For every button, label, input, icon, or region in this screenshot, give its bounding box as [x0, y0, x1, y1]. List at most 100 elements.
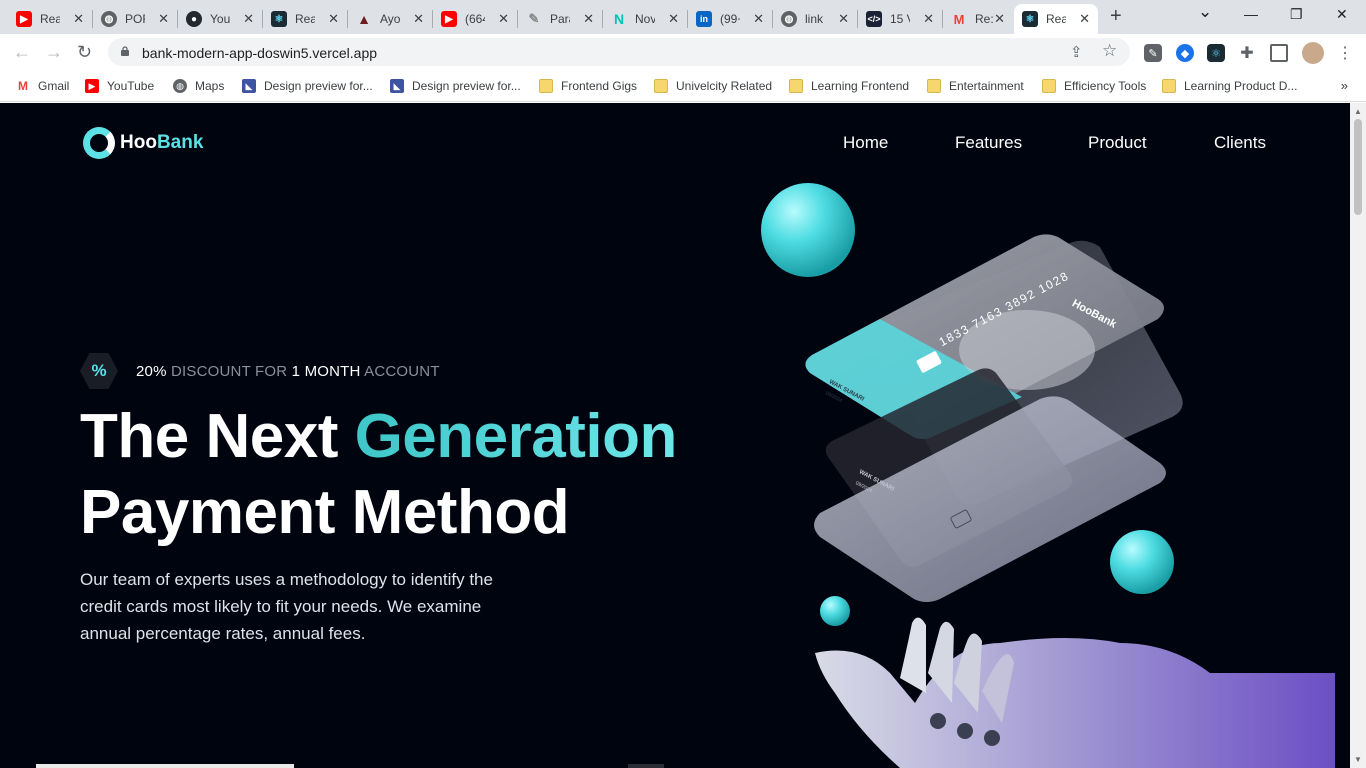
tab-ayo[interactable]: ▲ Ayo ✕: [348, 4, 432, 34]
tab-github[interactable]: ● You ✕: [178, 4, 262, 34]
tab-label: Rea: [295, 12, 315, 26]
bookmark-label: Design preview for...: [412, 79, 521, 93]
robot-finger-1: [900, 617, 926, 693]
globe-icon: ◍: [173, 79, 187, 93]
page-scrollbar[interactable]: ▲ ▼: [1350, 103, 1366, 768]
discount-duration: 1 MONTH: [291, 362, 361, 380]
back-button[interactable]: ←: [13, 42, 31, 63]
share-icon[interactable]: ⇪: [1070, 43, 1083, 61]
close-icon[interactable]: ✕: [838, 11, 849, 27]
close-icon[interactable]: ✕: [994, 11, 1005, 27]
menu-kebab-icon[interactable]: ⋮: [1336, 44, 1354, 62]
tab-linkedin[interactable]: in (99+ ✕: [688, 4, 772, 34]
eyedropper-extension-icon[interactable]: ✎: [1144, 44, 1162, 62]
headline-line1a: The Next: [80, 402, 338, 471]
logo-text-hoo: Hoo: [120, 132, 157, 153]
scroll-down-icon[interactable]: ▼: [1354, 755, 1362, 764]
tab-gmail[interactable]: M Re: ✕: [943, 4, 1013, 34]
blue-drop-extension-icon[interactable]: ◆: [1176, 44, 1194, 62]
bookmark-folder-efficiency-tools[interactable]: Efficiency Tools: [1042, 77, 1146, 95]
close-icon[interactable]: ✕: [413, 11, 424, 27]
react-devtools-icon[interactable]: ⚛: [1207, 44, 1225, 62]
minimize-button[interactable]: —: [1244, 6, 1258, 22]
discount-tail: ACCOUNT: [364, 362, 440, 380]
youtube-icon: ▶: [85, 79, 99, 93]
n-logo-icon: N: [613, 11, 625, 27]
url-text[interactable]: bank-modern-app-doswin5.vercel.app: [142, 45, 377, 61]
discount-percent-icon: %: [80, 353, 118, 389]
tab-react-1[interactable]: ⚛ Rea ✕: [263, 4, 347, 34]
close-icon[interactable]: ✕: [498, 11, 509, 27]
bookmark-folder-learning-frontend[interactable]: Learning Frontend: [789, 77, 909, 95]
github-icon: ●: [186, 11, 202, 27]
close-window-button[interactable]: ✕: [1336, 6, 1348, 23]
bookmark-folder-learning-product[interactable]: Learning Product D...: [1162, 77, 1297, 95]
star-icon[interactable]: ☆: [1102, 41, 1117, 61]
nav-link-product[interactable]: Product: [1088, 133, 1147, 153]
tab-globe-2[interactable]: ◍ link ✕: [773, 4, 857, 34]
tab-youtube-1[interactable]: ▶ Rea ✕: [8, 4, 92, 34]
tab-globe-1[interactable]: ◍ POF ✕: [93, 4, 177, 34]
nav-link-clients[interactable]: Clients: [1214, 133, 1266, 153]
close-icon[interactable]: ✕: [923, 11, 934, 27]
tab-feather[interactable]: ✎ Para ✕: [518, 4, 602, 34]
puzzle-extensions-icon[interactable]: ✚: [1238, 44, 1256, 62]
close-icon[interactable]: ✕: [668, 11, 679, 27]
close-icon[interactable]: ✕: [243, 11, 254, 27]
new-tab-button[interactable]: +: [1110, 5, 1122, 28]
scroll-up-icon[interactable]: ▲: [1354, 107, 1362, 116]
tab-strip: ▶ Rea ✕ ◍ POF ✕ ● You ✕ ⚛ Rea ✕ ▲ Ayo ✕ …: [0, 0, 1366, 34]
bookmark-folder-entertainment[interactable]: Entertainment: [927, 77, 1024, 95]
side-panel-icon[interactable]: [1270, 44, 1288, 62]
tab-code[interactable]: </> 15 V ✕: [858, 4, 942, 34]
hero-description: Our team of experts uses a methodology t…: [80, 570, 493, 643]
headline-generation: Generation: [354, 402, 678, 471]
tab-youtube-2[interactable]: ▶ (664 ✕: [433, 4, 517, 34]
close-icon[interactable]: ✕: [753, 11, 764, 27]
tab-react-active[interactable]: ⚛ Rea ✕: [1014, 4, 1098, 34]
bookmark-gmail[interactable]: M Gmail: [16, 77, 69, 95]
bookmark-maps[interactable]: ◍ Maps: [173, 77, 224, 95]
hoobank-logo-icon: [83, 127, 115, 159]
discount-percent: 20%: [136, 362, 167, 380]
bookmark-folder-frontend-gigs[interactable]: Frontend Gigs: [539, 77, 637, 95]
tab-label: link: [805, 12, 824, 26]
tab-label: 15 V: [890, 12, 910, 26]
tab-search-chevron-icon[interactable]: ⌄: [1198, 2, 1212, 22]
folder-icon: [789, 79, 803, 93]
tab-label: Nov: [635, 12, 655, 26]
bookmark-folder-univelcity[interactable]: Univelcity Related: [654, 77, 772, 95]
close-icon[interactable]: ✕: [1079, 11, 1090, 27]
close-icon[interactable]: ✕: [583, 11, 594, 27]
restore-button[interactable]: ❐: [1290, 6, 1303, 23]
folder-icon: [1042, 79, 1056, 93]
close-icon[interactable]: ✕: [73, 11, 84, 27]
bookmark-label: YouTube: [107, 79, 155, 93]
youtube-icon: ▶: [16, 11, 32, 27]
scrollbar-thumb[interactable]: [1354, 119, 1362, 215]
close-icon[interactable]: ✕: [158, 11, 169, 27]
close-icon[interactable]: ✕: [328, 11, 339, 27]
code-icon: </>: [866, 11, 882, 27]
bookmark-design-preview-2[interactable]: ◣ Design preview for...: [390, 77, 521, 95]
sphere-large: [761, 183, 855, 277]
bookmarks-overflow-button[interactable]: »: [1341, 78, 1348, 93]
bookmark-label: Gmail: [38, 79, 70, 93]
bookmark-label: Design preview for...: [264, 79, 373, 93]
youtube-icon: ▶: [441, 11, 457, 27]
bookmark-youtube[interactable]: ▶ YouTube: [85, 77, 154, 95]
bookmark-design-preview-1[interactable]: ◣ Design preview for...: [242, 77, 373, 95]
robot-knuckle: [957, 723, 973, 739]
bookmark-label: Learning Frontend: [811, 79, 910, 93]
hoobank-logo[interactable]: HooBank: [83, 127, 203, 159]
address-bar[interactable]: bank-modern-app-doswin5.vercel.app ⇪ ☆: [108, 38, 1130, 66]
tab-n-logo[interactable]: N Nov ✕: [603, 4, 687, 34]
profile-avatar[interactable]: [1302, 42, 1324, 64]
forward-button[interactable]: →: [45, 42, 63, 63]
logo-text: HooBank: [120, 132, 203, 154]
nav-link-home[interactable]: Home: [843, 133, 888, 153]
reload-button[interactable]: ↻: [77, 42, 92, 63]
folder-icon: [1162, 79, 1176, 93]
nav-link-features[interactable]: Features: [955, 133, 1022, 153]
discount-mid: DISCOUNT FOR: [171, 362, 288, 380]
